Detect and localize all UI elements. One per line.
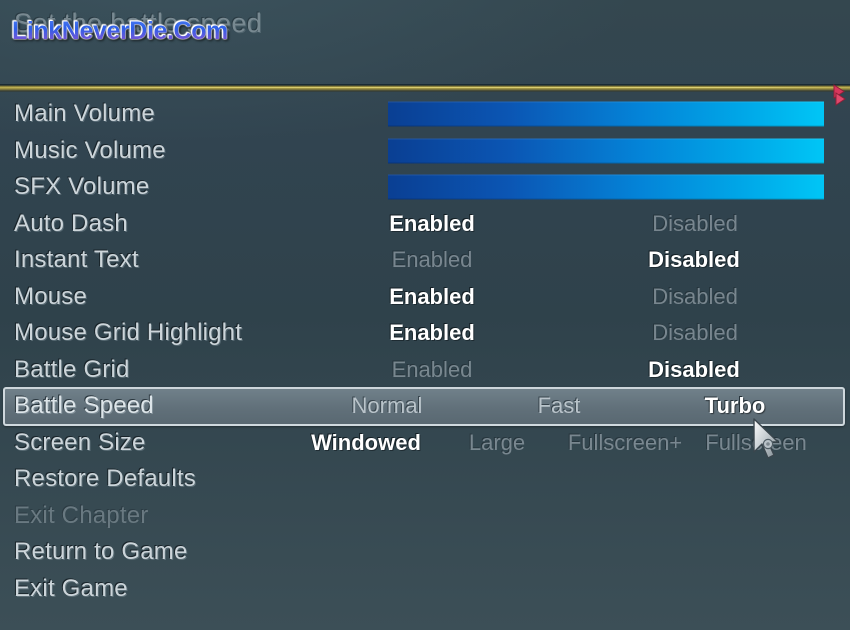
menu-row[interactable]: Music Volume <box>0 133 850 170</box>
option-choice[interactable]: Disabled <box>652 320 738 346</box>
option-choice[interactable]: Enabled <box>389 320 475 346</box>
settings-menu: Main Volume Music Volume SFX Volume Auto Da… <box>0 96 850 607</box>
menu-row-label: Mouse Grid Highlight <box>14 319 243 347</box>
divider-shine <box>0 86 850 89</box>
option-choice[interactable]: Disabled <box>648 357 740 383</box>
option-choice[interactable]: Enabled <box>389 284 475 310</box>
menu-row[interactable]: Battle Grid Enabled Disabled <box>0 352 850 389</box>
option-choice[interactable]: Fullscreen+ <box>568 430 682 456</box>
site-watermark: LinkNeverDie.Com <box>12 17 228 45</box>
menu-row-label: Mouse <box>14 282 88 310</box>
menu-row-label: Instant Text <box>14 246 139 274</box>
menu-row-label: Main Volume <box>14 100 155 128</box>
option-choice[interactable]: Disabled <box>652 284 738 310</box>
menu-row-label: Music Volume <box>14 136 166 164</box>
header-divider <box>0 82 850 106</box>
option-choice[interactable]: Disabled <box>648 247 740 273</box>
menu-row[interactable]: SFX Volume <box>0 169 850 206</box>
option-choice[interactable]: Normal <box>352 393 423 419</box>
menu-row-label: Screen Size <box>14 428 146 456</box>
menu-row[interactable]: Restore Defaults <box>0 461 850 498</box>
menu-row[interactable]: Exit Chapter <box>0 498 850 535</box>
menu-row[interactable]: Instant Text Enabled Disabled <box>0 242 850 279</box>
menu-row-label: Battle Speed <box>14 392 154 420</box>
volume-slider-fill <box>388 101 824 127</box>
volume-slider[interactable] <box>388 101 824 127</box>
option-choice[interactable]: Fullscreen <box>705 430 806 456</box>
option-choice[interactable]: Enabled <box>389 211 475 237</box>
menu-row-label: Battle Grid <box>14 355 130 383</box>
menu-row[interactable]: Mouse Grid Highlight Enabled Disabled <box>0 315 850 352</box>
menu-row[interactable]: Main Volume <box>0 96 850 133</box>
menu-row-label: Return to Game <box>14 538 188 566</box>
option-choice[interactable]: Fast <box>538 393 581 419</box>
menu-row-label: Exit Chapter <box>14 501 149 529</box>
menu-row[interactable]: Mouse Enabled Disabled <box>0 279 850 316</box>
volume-slider-fill <box>388 138 824 164</box>
menu-row-label: Restore Defaults <box>14 465 196 493</box>
option-choice[interactable]: Large <box>469 430 525 456</box>
option-choice[interactable]: Disabled <box>652 211 738 237</box>
menu-row-label: Auto Dash <box>14 209 128 237</box>
menu-row-label: Exit Game <box>14 574 128 602</box>
menu-header: Set the battle speed LinkNeverDie.Com <box>0 0 850 86</box>
menu-row[interactable]: Return to Game <box>0 534 850 571</box>
volume-slider-fill <box>388 174 824 200</box>
menu-row[interactable]: Screen Size Windowed Large Fullscreen+ Fulls… <box>0 425 850 462</box>
menu-row[interactable]: Exit Game <box>0 571 850 608</box>
volume-slider[interactable] <box>388 138 824 164</box>
volume-slider[interactable] <box>388 174 824 200</box>
menu-row[interactable]: Auto Dash Enabled Disabled <box>0 206 850 243</box>
option-choice[interactable]: Enabled <box>392 247 473 273</box>
menu-row-label: SFX Volume <box>14 173 150 201</box>
option-choice[interactable]: Turbo <box>705 393 766 419</box>
menu-row[interactable]: Battle Speed Normal Fast Turbo <box>0 387 850 426</box>
option-choice[interactable]: Windowed <box>311 430 421 456</box>
option-choice[interactable]: Enabled <box>392 357 473 383</box>
